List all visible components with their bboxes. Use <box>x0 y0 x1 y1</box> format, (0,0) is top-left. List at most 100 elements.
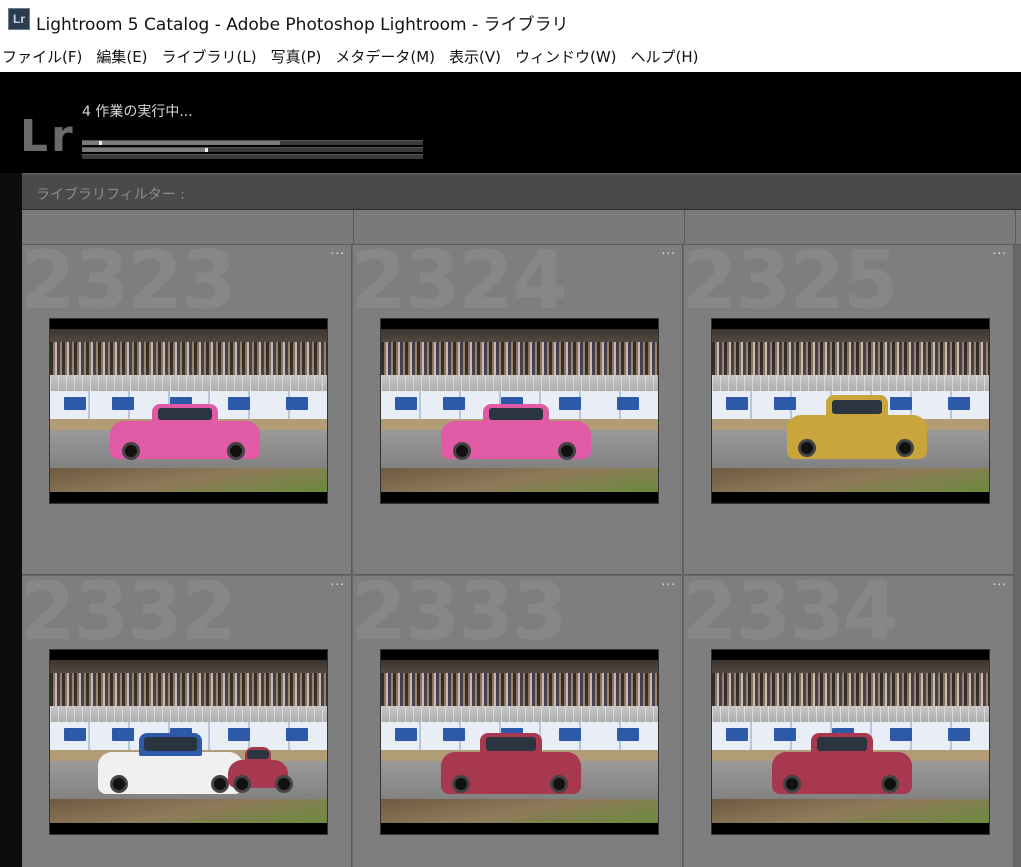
cell-options-icon[interactable]: ... <box>662 245 676 257</box>
progress-bar <box>82 140 423 145</box>
banner-logo <box>617 728 639 742</box>
grid-column-separator <box>353 210 354 245</box>
photo-scene <box>50 329 327 492</box>
banner-logo <box>774 397 796 411</box>
menu-metadata[interactable]: メタデータ(M) <box>335 46 435 67</box>
cell-options-icon[interactable]: ... <box>993 576 1007 588</box>
grid-cell[interactable]: 2325... <box>684 245 1014 575</box>
banner-logo <box>443 397 465 411</box>
scene-crowd <box>381 342 658 378</box>
race-car-photo <box>712 660 989 823</box>
cell-index-number: 2333 <box>353 576 568 658</box>
banner-logo <box>228 728 250 742</box>
grid-cell[interactable]: 2333... <box>353 576 683 867</box>
scene-crowd <box>50 673 327 709</box>
scene-verge <box>50 798 327 823</box>
car-window <box>831 399 883 414</box>
cell-index-number: 2324 <box>353 245 568 327</box>
banner-logo <box>64 728 86 742</box>
photo-thumbnail[interactable] <box>711 649 990 835</box>
car-wheel <box>122 441 140 460</box>
title-bar: Lr Lightroom 5 Catalog - Adobe Photoshop… <box>0 0 1021 40</box>
scene-crowd <box>381 673 658 709</box>
photo-scene <box>50 660 327 823</box>
cell-options-icon[interactable]: ... <box>993 245 1007 257</box>
scene-verge <box>50 467 327 492</box>
banner-logo <box>64 397 86 411</box>
banner-logo <box>948 397 970 411</box>
menu-window[interactable]: ウィンドウ(W) <box>515 46 617 67</box>
progress-marker <box>204 148 208 152</box>
photo-thumbnail[interactable] <box>49 649 328 835</box>
photo-scene <box>381 329 658 492</box>
banner-logo <box>228 397 250 411</box>
banner-logo <box>559 397 581 411</box>
lightroom-app-icon[interactable]: Lr <box>8 8 30 30</box>
progress-bars[interactable] <box>82 140 423 161</box>
cell-options-icon[interactable]: ... <box>331 576 345 588</box>
banner-logo <box>774 728 796 742</box>
grid-header-strip <box>22 210 1021 245</box>
grid-cell[interactable]: 2324... <box>353 245 683 575</box>
scene-crowd <box>712 673 989 709</box>
banner-logo <box>112 728 134 742</box>
scene-verge <box>381 798 658 823</box>
menu-library[interactable]: ライブラリ(L) <box>162 46 257 67</box>
car-wheel <box>109 775 128 794</box>
progress-bar <box>82 147 423 152</box>
banner-logo <box>395 397 417 411</box>
car-wheel <box>558 441 576 460</box>
scene-verge <box>712 467 989 492</box>
cell-index-number: 2332 <box>22 576 237 658</box>
banner-logo <box>890 397 912 411</box>
banner-logo <box>948 728 970 742</box>
menu-help[interactable]: ヘルプ(H) <box>631 46 699 67</box>
progress-fill <box>82 141 280 145</box>
scene-crowd <box>712 342 989 378</box>
grid-cell[interactable]: 2323... <box>22 245 352 575</box>
cell-index-number: 2323 <box>22 245 237 327</box>
grid-cell[interactable]: 2332... <box>22 576 352 867</box>
photo-scene <box>712 660 989 823</box>
menu-view[interactable]: 表示(V) <box>449 46 501 67</box>
cell-options-icon[interactable]: ... <box>662 576 676 588</box>
scene-verge <box>381 467 658 492</box>
menu-edit[interactable]: 編集(E) <box>96 46 147 67</box>
menu-file[interactable]: ファイル(F) <box>2 46 82 67</box>
race-car-photo <box>381 660 658 823</box>
cell-options-icon[interactable]: ... <box>331 245 345 257</box>
photo-thumbnail[interactable] <box>711 318 990 504</box>
banner-logo <box>726 728 748 742</box>
banner-logo <box>286 728 308 742</box>
car-window <box>489 407 543 420</box>
banner-logo <box>395 728 417 742</box>
library-filter-bar: ライブラリフィルター : <box>22 173 1021 210</box>
car-wheel <box>227 441 245 460</box>
left-panel-edge[interactable] <box>0 173 22 867</box>
scene-crowd <box>50 342 327 378</box>
progress-bar <box>82 154 423 159</box>
grid-cell[interactable]: 2334... <box>684 576 1014 867</box>
photo-scene <box>712 329 989 492</box>
progress-marker <box>99 141 103 145</box>
progress-fill <box>82 148 205 152</box>
car-window <box>158 407 212 420</box>
cell-index-number: 2334 <box>684 576 899 658</box>
window-title: Lightroom 5 Catalog - Adobe Photoshop Li… <box>36 15 569 35</box>
photo-scene <box>381 660 658 823</box>
banner-logo <box>559 728 581 742</box>
race-car-photo <box>50 329 327 492</box>
car-window <box>816 737 868 751</box>
banner-logo <box>286 397 308 411</box>
task-status-text[interactable]: 4 作業の実行中... <box>82 101 193 121</box>
menu-photo[interactable]: 写真(P) <box>271 46 322 67</box>
library-filter-label[interactable]: ライブラリフィルター : <box>36 184 185 204</box>
photo-thumbnail[interactable] <box>380 649 659 835</box>
banner-logo <box>112 397 134 411</box>
photo-thumbnail[interactable] <box>49 318 328 504</box>
car-window <box>485 737 537 751</box>
photo-thumbnail[interactable] <box>380 318 659 504</box>
car-window <box>144 737 197 751</box>
banner-logo <box>443 728 465 742</box>
banner-logo <box>617 397 639 411</box>
